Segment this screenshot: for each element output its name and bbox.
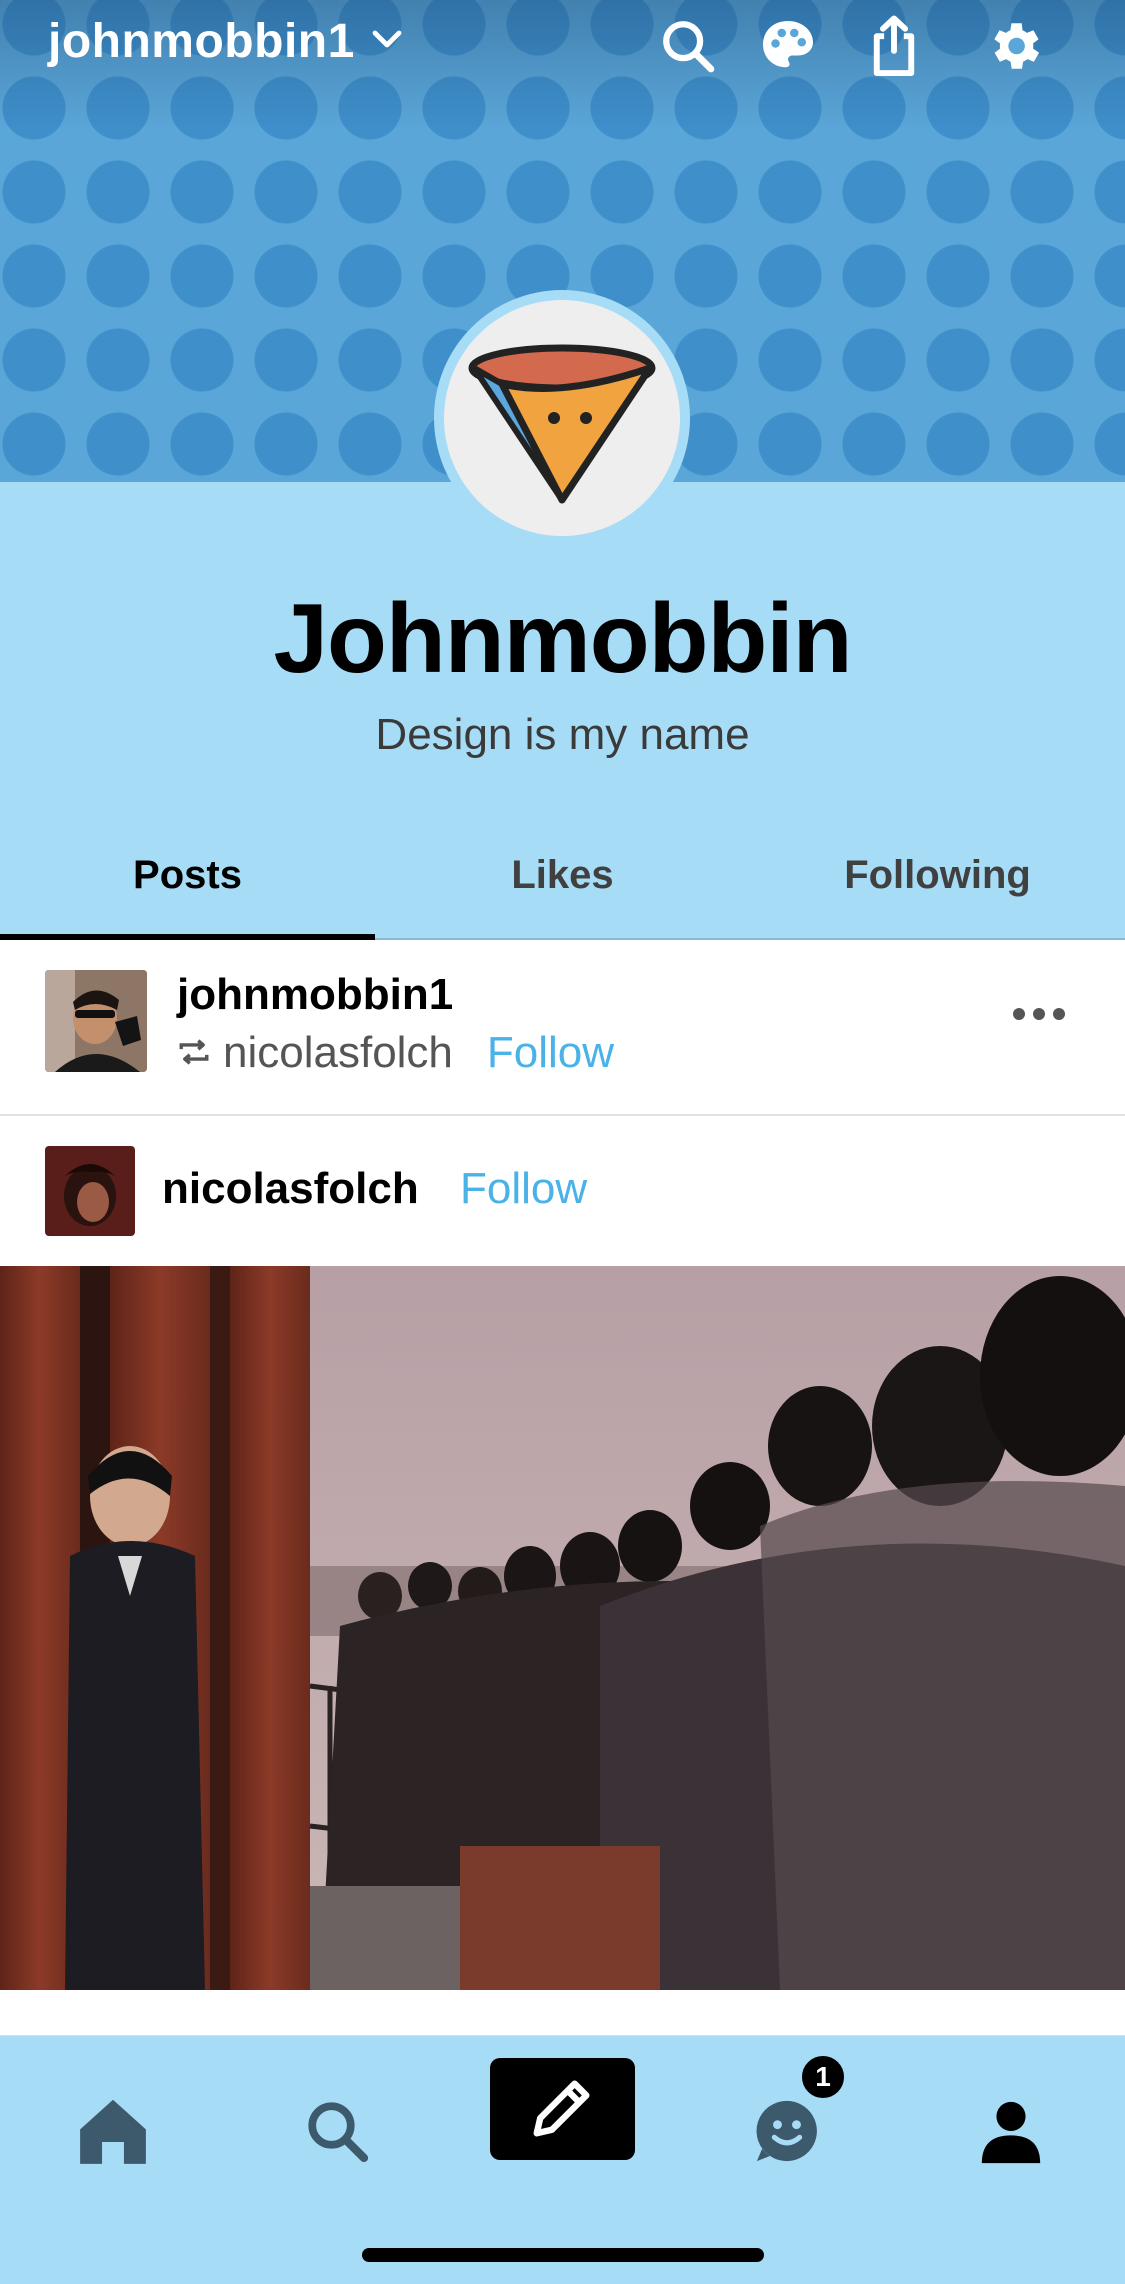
crowd-photo-image: [0, 1266, 1125, 1990]
source-author[interactable]: nicolasfolch: [162, 1164, 419, 1214]
profile-tabs: Posts Likes Following: [0, 812, 1125, 940]
profile-avatar-frame: [434, 290, 690, 546]
tab-following[interactable]: Following: [750, 812, 1125, 938]
search-icon[interactable]: [656, 14, 720, 78]
follow-button[interactable]: Follow: [487, 1028, 614, 1078]
avatar[interactable]: [444, 300, 680, 536]
next-post-edge: [0, 1990, 1125, 2036]
chevron-down-icon: [369, 21, 405, 62]
page-title: Johnmobbin: [273, 583, 853, 693]
home-icon[interactable]: [58, 2076, 168, 2186]
tab-posts[interactable]: Posts: [0, 812, 375, 940]
gear-icon[interactable]: [982, 14, 1046, 78]
bottom-nav: 1: [0, 2036, 1125, 2284]
notification-badge: 1: [798, 2052, 848, 2102]
post-header: johnmobbin1 nicolasfolch Follow: [0, 942, 1125, 1116]
top-bar: johnmobbin1: [0, 0, 1125, 96]
tumblr-cone-avatar-icon: [468, 344, 656, 504]
share-icon[interactable]: [862, 14, 926, 78]
follow-button[interactable]: Follow: [460, 1164, 587, 1214]
more-options-icon[interactable]: [1013, 1008, 1065, 1020]
profile-section: Johnmobbin Design is my name Posts Likes…: [0, 482, 1125, 940]
avatar[interactable]: [45, 1146, 135, 1236]
reblogged-from-name[interactable]: nicolasfolch: [223, 1028, 453, 1078]
compose-pencil-icon: [528, 2072, 598, 2147]
search-icon[interactable]: [282, 2076, 392, 2186]
post-source-row: nicolasfolch Follow: [0, 1116, 1125, 1266]
reblog-line: nicolasfolch Follow: [177, 1028, 614, 1078]
account-person-icon[interactable]: [956, 2076, 1066, 2186]
blog-name: johnmobbin1: [48, 15, 355, 68]
blog-description: Design is my name: [375, 710, 750, 759]
compose-button[interactable]: [490, 2058, 635, 2160]
palette-icon[interactable]: [756, 14, 820, 78]
tab-likes[interactable]: Likes: [375, 812, 750, 938]
post-author[interactable]: johnmobbin1: [177, 970, 453, 1020]
post-photo[interactable]: [0, 1266, 1125, 1990]
blog-switcher[interactable]: johnmobbin1: [48, 14, 405, 69]
reblog-icon: [177, 1028, 211, 1078]
avatar[interactable]: [45, 970, 147, 1072]
home-indicator: [362, 2248, 764, 2262]
